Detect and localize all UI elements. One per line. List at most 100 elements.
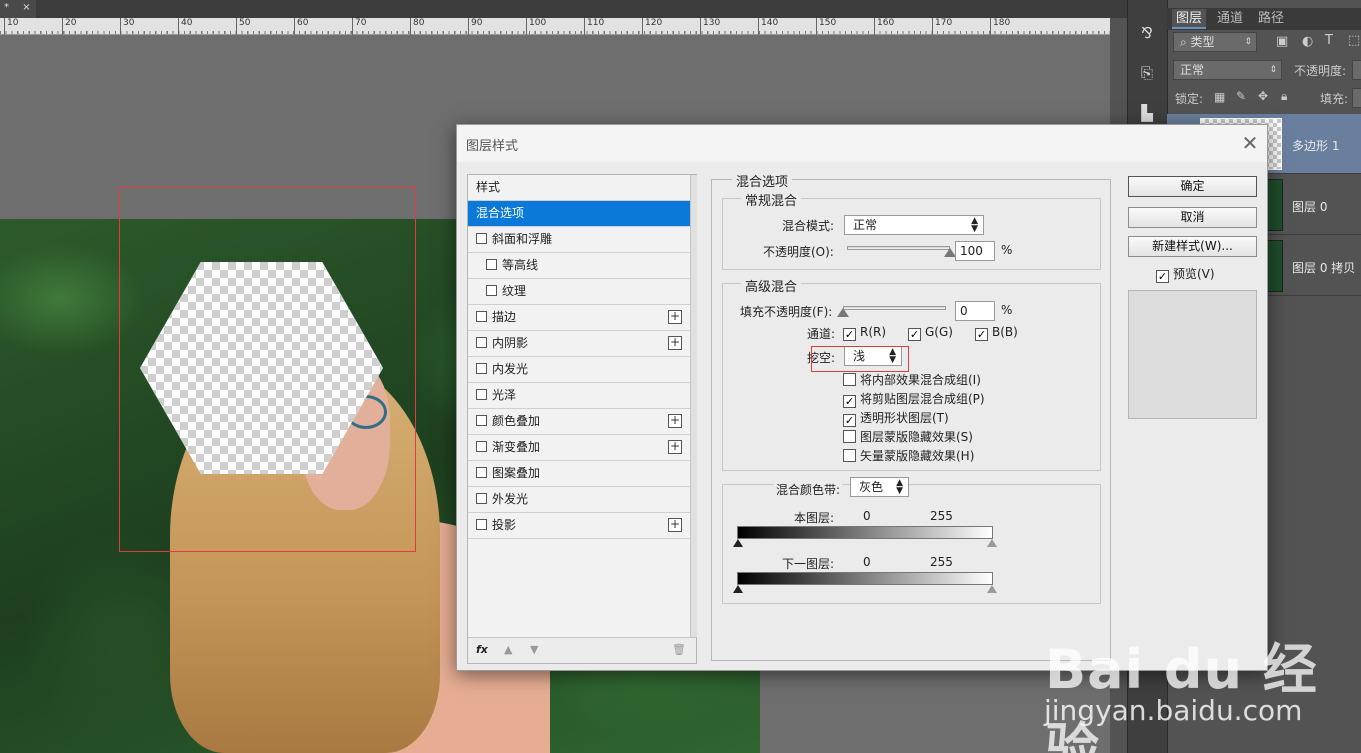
- style-item-inner-shadow[interactable]: 内阴影 +: [468, 331, 690, 357]
- move-down-icon[interactable]: ▼: [530, 643, 538, 656]
- style-item-outer-glow[interactable]: 外发光: [468, 487, 690, 513]
- layer-name[interactable]: 多边形 1: [1292, 137, 1339, 154]
- trash-icon[interactable]: 🗑: [672, 643, 686, 656]
- option-transparency-shapes[interactable]: ✓ 透明形状图层(T): [843, 409, 949, 427]
- fill-input[interactable]: [1352, 88, 1361, 108]
- close-icon[interactable]: ✕: [1238, 131, 1262, 155]
- style-item-contour[interactable]: 等高线: [468, 253, 690, 279]
- channel-g-checkbox[interactable]: ✓ G(G): [908, 325, 953, 341]
- move-up-icon[interactable]: ▲: [504, 643, 512, 656]
- layer-filter-select[interactable]: ⌕ 类型 ⇕: [1173, 32, 1257, 52]
- option-vector-mask-hides[interactable]: 矢量蒙版隐藏效果(H): [843, 447, 974, 464]
- style-checkbox[interactable]: [476, 363, 487, 374]
- opacity-input[interactable]: 100: [955, 241, 995, 261]
- ruler-tick-label: 80: [410, 18, 424, 35]
- checkbox-checked[interactable]: ✓: [975, 328, 988, 341]
- style-checkbox[interactable]: [486, 259, 497, 270]
- add-icon[interactable]: +: [668, 518, 682, 532]
- layer-blend-mode-select[interactable]: 正常 ⇕: [1173, 60, 1282, 80]
- opacity-slider[interactable]: [847, 246, 950, 250]
- new-style-button[interactable]: 新建样式(W)...: [1128, 236, 1257, 257]
- style-item-texture[interactable]: 纹理: [468, 279, 690, 305]
- document-tab[interactable]: * ×: [0, 0, 36, 18]
- tab-paths[interactable]: 路径: [1254, 9, 1288, 29]
- style-checkbox[interactable]: [476, 519, 487, 530]
- style-checkbox[interactable]: [476, 467, 487, 478]
- tab-close-icon[interactable]: ×: [22, 2, 30, 13]
- fill-opacity-input[interactable]: 0: [955, 301, 995, 321]
- add-icon[interactable]: +: [668, 440, 682, 454]
- filter-type-icon[interactable]: T: [1325, 33, 1333, 48]
- lock-brush-icon[interactable]: ✎: [1236, 89, 1246, 103]
- blend-mode-select[interactable]: 正常 ▲ ▼: [844, 215, 984, 235]
- fill-opacity-slider-knob[interactable]: [837, 308, 849, 317]
- checkbox[interactable]: [843, 373, 856, 386]
- clone-source-icon[interactable]: ▙: [1134, 100, 1160, 126]
- styles-list-scrollbar[interactable]: [690, 175, 697, 637]
- style-item-inner-glow[interactable]: 内发光: [468, 357, 690, 383]
- style-item-bevel-emboss[interactable]: 斜面和浮雕: [468, 227, 690, 253]
- style-item-pattern-overlay[interactable]: 图案叠加: [468, 461, 690, 487]
- option-blend-interior-effects[interactable]: 将内部效果混合成组(I): [843, 371, 981, 388]
- style-checkbox[interactable]: [476, 389, 487, 400]
- style-checkbox[interactable]: [476, 415, 487, 426]
- add-icon[interactable]: +: [668, 310, 682, 324]
- filter-adjustment-icon[interactable]: ◐: [1302, 34, 1313, 49]
- ok-button[interactable]: 确定: [1128, 176, 1257, 197]
- tab-channels[interactable]: 通道: [1213, 9, 1247, 29]
- checkbox[interactable]: [843, 449, 856, 462]
- layer-name[interactable]: 图层 0 拷贝: [1292, 259, 1355, 276]
- underlying-layer-black-slider[interactable]: [733, 585, 743, 593]
- add-icon[interactable]: +: [668, 414, 682, 428]
- style-checkbox[interactable]: [476, 441, 487, 452]
- checkbox-checked[interactable]: ✓: [843, 395, 856, 408]
- checkbox-checked[interactable]: ✓: [843, 414, 856, 427]
- style-checkbox[interactable]: [476, 493, 487, 504]
- style-item-color-overlay[interactable]: 颜色叠加 +: [468, 409, 690, 435]
- blend-if-select[interactable]: 灰色 ▲ ▼: [850, 477, 909, 497]
- checkbox-checked[interactable]: ✓: [908, 328, 921, 341]
- layer-opacity-input[interactable]: [1352, 60, 1361, 80]
- layer-thumbnail[interactable]: [1267, 240, 1283, 292]
- style-item-gradient-overlay[interactable]: 渐变叠加 +: [468, 435, 690, 461]
- checkbox-checked[interactable]: ✓: [1156, 270, 1169, 283]
- preview-checkbox[interactable]: ✓ 预览(V): [1156, 265, 1215, 283]
- add-icon[interactable]: +: [668, 336, 682, 350]
- style-checkbox[interactable]: [476, 311, 487, 322]
- this-layer-white-slider[interactable]: [987, 539, 997, 547]
- this-layer-black-slider[interactable]: [733, 539, 743, 547]
- style-checkbox[interactable]: [486, 285, 497, 296]
- option-blend-clipped-layers[interactable]: ✓ 将剪贴图层混合成组(P): [843, 390, 985, 408]
- style-checkbox[interactable]: [476, 233, 487, 244]
- style-item-drop-shadow[interactable]: 投影 +: [468, 513, 690, 539]
- option-layer-mask-hides[interactable]: 图层蒙版隐藏效果(S): [843, 428, 973, 445]
- lock-transparent-icon[interactable]: ▦: [1214, 90, 1225, 104]
- style-item-label: 等高线: [502, 258, 539, 272]
- style-item-blending-options[interactable]: 混合选项: [468, 201, 690, 227]
- layer-thumbnail[interactable]: [1267, 179, 1283, 231]
- filter-image-icon[interactable]: ▣: [1276, 34, 1288, 49]
- checkbox[interactable]: [843, 430, 856, 443]
- history-icon[interactable]: ⅋: [1134, 20, 1160, 46]
- lock-move-icon[interactable]: ✥: [1258, 89, 1268, 103]
- character-icon[interactable]: ⎘: [1134, 60, 1160, 86]
- checkbox-checked[interactable]: ✓: [843, 328, 856, 341]
- styles-header[interactable]: 样式: [468, 175, 690, 201]
- dialog-titlebar[interactable]: [457, 125, 1267, 162]
- ruler-tick-label: 90: [468, 18, 482, 35]
- option-label: 透明形状图层(T): [860, 411, 949, 425]
- channel-r-checkbox[interactable]: ✓ R(R): [843, 325, 886, 341]
- tab-layers[interactable]: 图层: [1172, 9, 1207, 29]
- style-item-satin[interactable]: 光泽: [468, 383, 690, 409]
- cancel-button[interactable]: 取消: [1128, 207, 1257, 228]
- fx-icon[interactable]: fx: [476, 643, 488, 656]
- channel-b-checkbox[interactable]: ✓ B(B): [975, 325, 1018, 341]
- ruler-tick-label: 30: [120, 18, 134, 35]
- style-checkbox[interactable]: [476, 337, 487, 348]
- filter-shape-icon[interactable]: ⬚: [1348, 33, 1360, 48]
- lock-all-icon[interactable]: 🔒︎: [1281, 89, 1287, 104]
- fill-opacity-slider[interactable]: [843, 306, 946, 310]
- underlying-layer-white-slider[interactable]: [987, 585, 997, 593]
- layer-name[interactable]: 图层 0: [1292, 198, 1327, 215]
- style-item-stroke[interactable]: 描边 +: [468, 305, 690, 331]
